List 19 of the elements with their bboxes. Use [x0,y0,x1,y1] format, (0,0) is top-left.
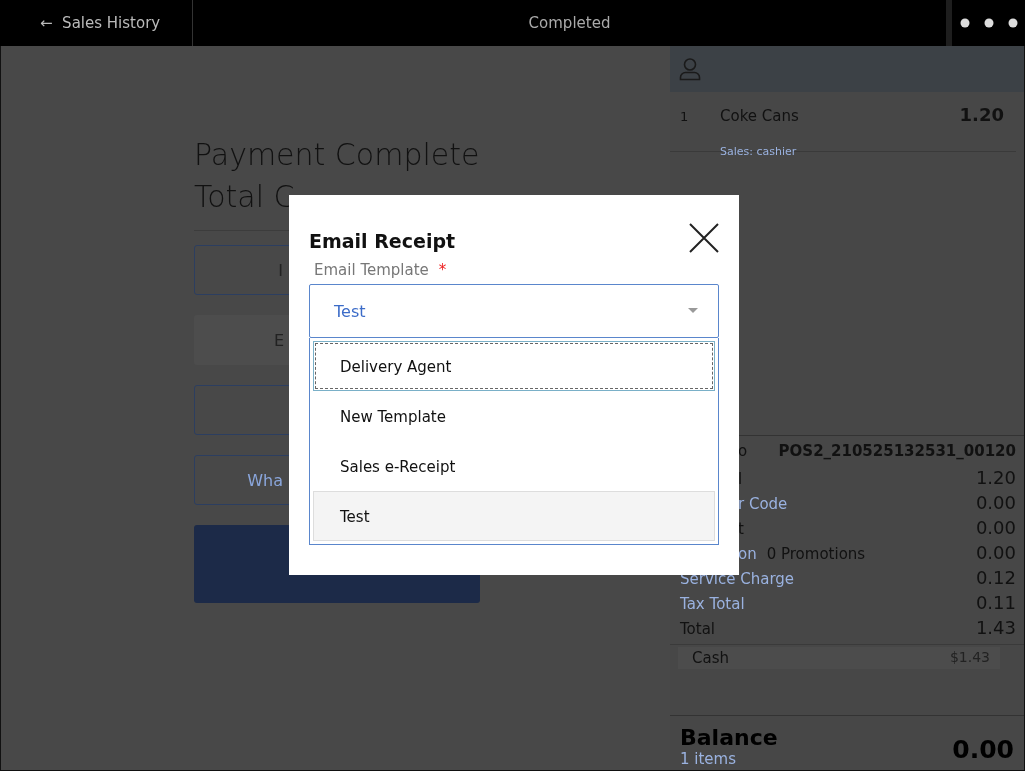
balance-label: Balance [680,725,779,750]
heading: Payment Complete [194,136,480,174]
dropdown-option[interactable]: Sales e-Receipt [313,441,715,491]
close-icon[interactable] [689,223,719,253]
dropdown-option[interactable]: New Template [313,391,715,441]
required-mark: * [438,261,447,279]
payment-method: Cash [692,649,729,667]
dropdown-option[interactable]: Delivery Agent [313,341,715,391]
more-icon [959,18,1018,28]
item-note: Sales: cashier [720,145,798,158]
balance-value: 0.00 [952,735,1014,766]
page-title: Completed [527,13,612,34]
field-label: Email Template [314,261,429,279]
dialog-title: Email Receipt [309,230,456,252]
summary-link[interactable]: Tax Total [680,595,745,613]
dropdown-option[interactable]: Test [313,491,715,541]
caret-icon [688,308,698,314]
template-select[interactable]: Test [309,284,719,338]
items-count[interactable]: 1 items [680,750,953,768]
